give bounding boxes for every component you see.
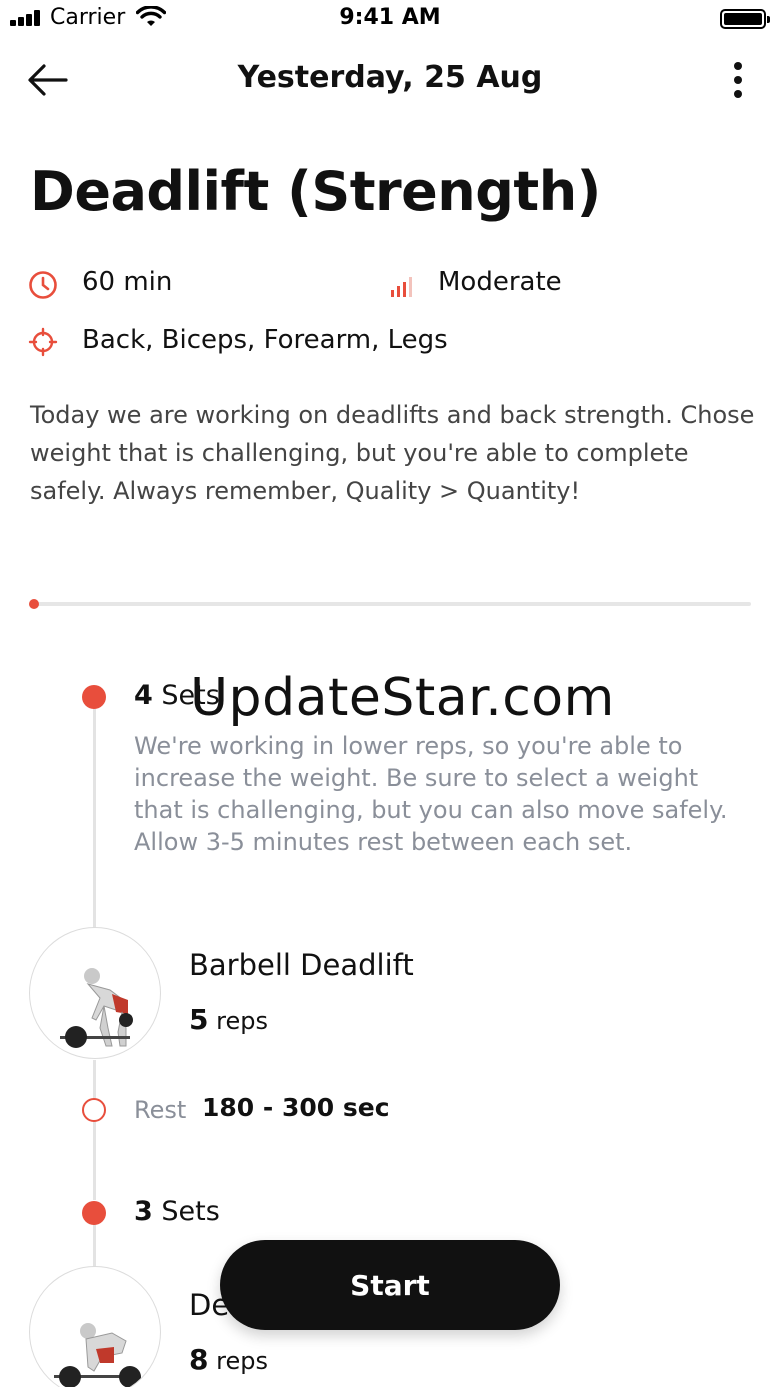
exercise-thumbnail[interactable] [29,1266,161,1387]
watermark: UpdateStar.com [190,668,615,728]
set-block-marker [82,1201,106,1225]
intensity-bars-icon [391,277,412,297]
deadlift-figure-icon [54,1323,141,1387]
start-button[interactable]: Start [220,1240,560,1330]
page-title: Deadlift (Strength) [30,160,601,223]
status-bar: Carrier 9:41 AM [0,0,780,40]
deadlift-figure-icon [60,968,133,1048]
timeline-line [93,1060,96,1200]
exercise-reps: 8 reps [189,1343,268,1376]
progress-indicator [29,599,39,609]
clock-icon [29,271,57,299]
sets-description: We're working in lower reps, so you're a… [134,732,728,856]
timeline-line [93,1224,96,1270]
rest-label: Rest [134,1096,187,1124]
target-icon [28,327,58,357]
nav-title: Yesterday, 25 Aug [237,60,543,95]
rest-marker [82,1098,106,1122]
status-time: 9:41 AM [339,5,441,30]
workout-description: Today we are working on deadlifts and ba… [30,401,755,505]
exercise-name[interactable]: Barbell Deadlift [189,948,414,982]
set-block-marker [82,685,106,709]
timeline-line [93,700,96,928]
workout-progress-bar [30,602,751,606]
duration-text: 60 min [82,267,173,297]
exercise-thumbnail[interactable] [29,927,161,1059]
exercise-reps: 5 reps [189,1003,268,1036]
more-options-button[interactable] [718,58,758,102]
muscles-text: Back, Biceps, Forearm, Legs [82,325,448,355]
battery-icon [720,9,770,29]
sets-label: 3 Sets [134,1196,220,1227]
intensity-text: Moderate [438,267,562,297]
rest-duration: 180 - 300 sec [202,1093,390,1122]
